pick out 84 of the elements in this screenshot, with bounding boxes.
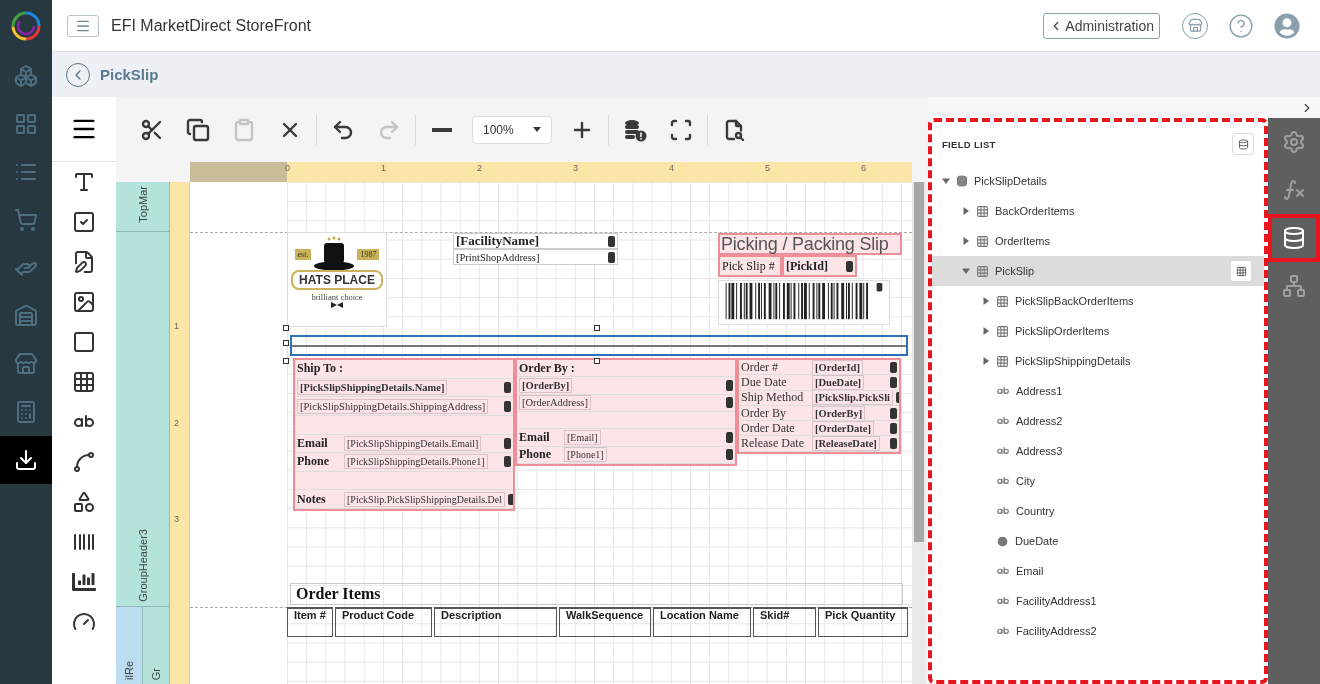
page-title: PickSlip [100,66,159,83]
tree-item[interactable]: Email [932,556,1264,586]
administration-button[interactable]: Administration [1043,12,1160,39]
tree-item[interactable]: FacilityAddress2 [932,616,1264,646]
ruler-number: 0 [285,163,290,173]
ruler-number: 1 [174,321,179,331]
tree-item[interactable]: PickSlip [932,256,1264,286]
ruler-number: 3 [174,514,179,524]
logo-tagline: brilliant choice [311,292,363,302]
panel-heading: Order By : [519,360,576,376]
field-label: Order By [741,405,787,421]
binding-field[interactable]: [PickSlip.PickSlipShippingDetails.Del [344,491,505,507]
band-title: Gr [150,666,162,682]
ruler-number: 3 [573,163,578,173]
tree-item[interactable]: City [932,466,1264,496]
binding-field[interactable]: [Email] [564,429,601,445]
band-label[interactable]: Gr [143,607,170,684]
field-label: Phone [519,447,552,463]
column-header: Pick Quantity [818,607,908,637]
field-label: Email [519,429,551,445]
ruler-number: 2 [174,418,179,428]
report-title: Picking / Packing Slip [718,233,902,255]
tree-item[interactable]: PickSlipBackOrderItems [932,286,1264,316]
zoom-select[interactable]: 100% [472,115,552,144]
column-header: Item # [287,607,333,637]
binding-field[interactable]: [ReleaseDate] [812,436,880,451]
logo-badge: est. [294,248,312,260]
logo-name: HATS PLACE [291,270,383,290]
binding-field[interactable]: [OrderId] [812,360,863,375]
band-label[interactable]: ilRe [116,607,143,684]
section-title: Order Items [290,583,903,605]
logo-badge: 1987 [357,248,380,260]
binding-field[interactable]: [PickSlipShippingDetails.Phone1] [344,454,488,470]
ruler-number: 4 [669,163,674,173]
tree-item[interactable]: Address3 [932,436,1264,466]
field-placeholder-box: [PickId] [782,255,857,277]
tree-item[interactable]: PickSlipDetails [932,166,1264,196]
app-title: EFI MarketDirect StoreFront [111,16,313,35]
field-label: Pick Slip # [718,255,782,277]
tree-item[interactable]: Address2 [932,406,1264,436]
band-title: GroupHeader3 [136,528,149,604]
field-label: Notes [297,491,327,507]
panel-heading: Ship To : [297,361,345,377]
field-label: Order # [741,360,779,375]
tree-item[interactable]: OrderItems [932,226,1264,256]
ruler-number: 1 [381,163,386,173]
band-title: ilRe [123,660,135,682]
tree-item[interactable]: BackOrderItems [932,196,1264,226]
column-header: Skid# [753,607,816,637]
field-placeholder-box: [PrintShopAddress] [453,249,618,265]
field-label: Email [297,435,329,451]
binding-field[interactable]: [OrderBy] [519,378,573,393]
column-header: Location Name [653,607,751,637]
binding-field[interactable]: [OrderBy] [812,405,866,421]
field-label: Release Date [741,436,805,451]
tree-item[interactable]: DueDate [932,526,1264,556]
binding-field[interactable]: [Phone1] [564,447,607,463]
binding-field[interactable]: [PickSlipShippingDetails.Email] [344,435,482,451]
ruler-number: 5 [765,163,770,173]
tree-item[interactable]: Address1 [932,376,1264,406]
panel-title: FIELD LIST [942,138,996,150]
tree-item[interactable]: PickSlipShippingDetails [932,346,1264,376]
tree-item[interactable]: PickSlipOrderItems [932,316,1264,346]
ruler-number: 6 [861,163,866,173]
binding-field[interactable]: [PickSlipShippingDetails.ShippingAddress] [297,398,489,414]
band-label[interactable]: GroupHeader3 [116,232,170,607]
binding-field[interactable]: [PickSlipShippingDetails.Name] [297,379,448,395]
column-header: Product Code [335,607,432,637]
ruler-number: 2 [477,163,482,173]
band-title: TopMar [136,185,149,225]
column-header: Description [434,607,557,637]
band-label[interactable]: TopMar [116,182,170,232]
field-label: Phone [297,454,330,470]
field-label: Due Date [741,375,788,390]
binding-field[interactable]: [OrderDate] [812,421,874,436]
tree-item[interactable]: FacilityAddress1 [932,586,1264,616]
field-label: Ship Method [741,390,805,405]
field-label: Order Date [741,421,796,436]
binding-field[interactable]: [OrderAddress] [519,395,591,411]
column-header: WalkSequence [559,607,651,637]
binding-field[interactable]: [DueDate] [812,375,865,390]
tree-item[interactable]: Country [932,496,1264,526]
binding-field[interactable]: [PickSlip.PickSli [812,390,893,405]
field-placeholder-box: [FacilityName] [453,233,618,249]
